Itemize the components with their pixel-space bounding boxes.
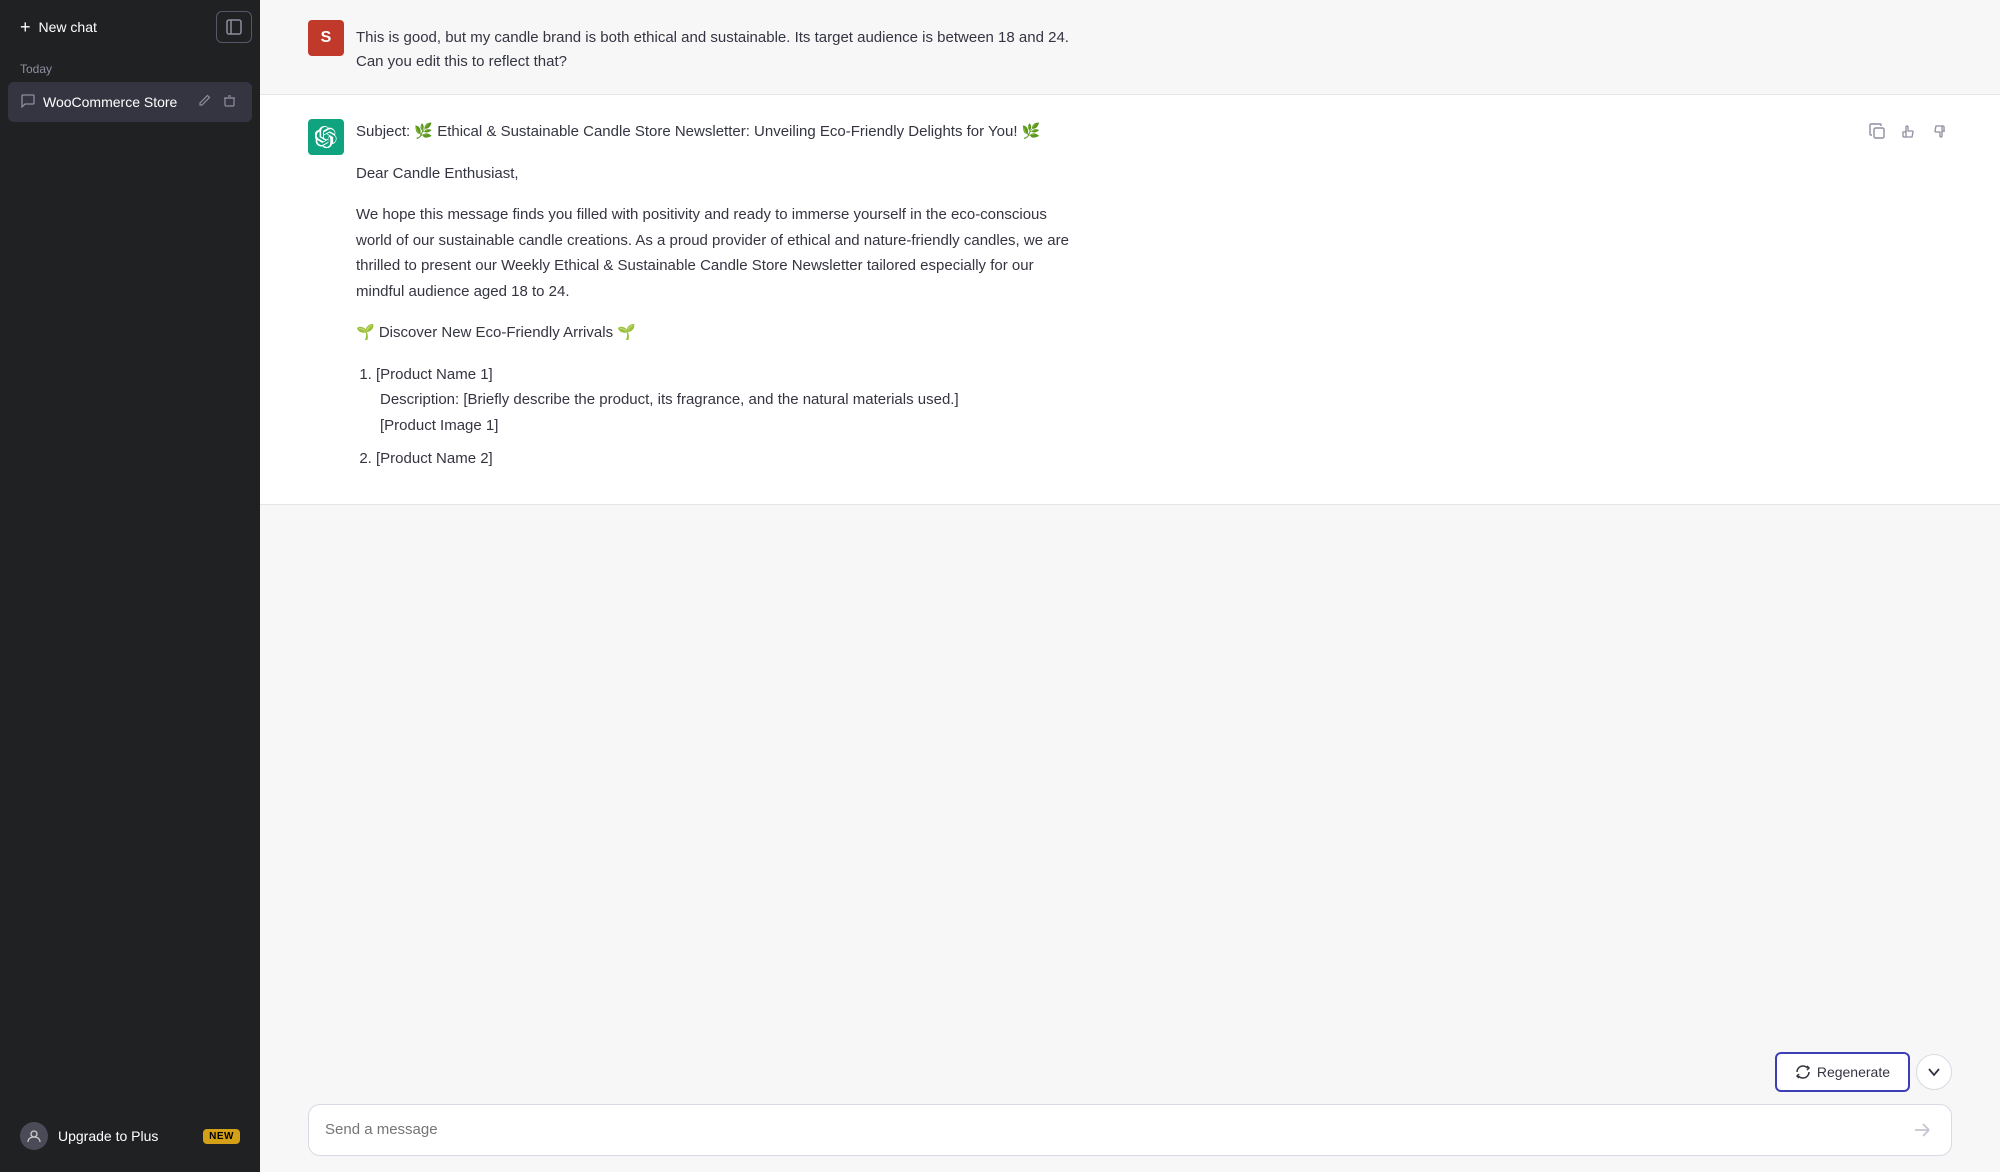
upgrade-button[interactable]: Upgrade to Plus NEW (8, 1112, 252, 1160)
user-avatar-icon: S (308, 20, 344, 56)
message-input-wrap (308, 1104, 1952, 1156)
upgrade-label: Upgrade to Plus (58, 1128, 158, 1144)
ai-message-content: Subject: 🌿 Ethical & Sustainable Candle … (356, 119, 1076, 480)
sidebar-top: + New chat (8, 8, 252, 46)
product-item-1: [Product Name 1] Description: [Briefly d… (376, 362, 1076, 439)
plus-icon: + (20, 18, 31, 36)
ai-message: Subject: 🌿 Ethical & Sustainable Candle … (260, 94, 2000, 505)
regenerate-icon (1795, 1064, 1811, 1080)
user-message-text: This is good, but my candle brand is bot… (356, 20, 1076, 74)
user-message: S This is good, but my candle brand is b… (260, 0, 2000, 94)
delete-chat-button[interactable] (219, 92, 240, 112)
thumbs-down-icon (1931, 123, 1948, 140)
ai-message-actions (1865, 119, 1952, 144)
sidebar-toggle-button[interactable] (216, 11, 252, 43)
bottom-bar: Regenerate (260, 1092, 2000, 1172)
user-icon (26, 1128, 42, 1144)
send-button[interactable] (1909, 1117, 1935, 1143)
ai-avatar-icon (308, 119, 344, 155)
new-chat-button[interactable]: + New chat (8, 8, 208, 46)
chat-bubble-icon (20, 93, 35, 108)
chevron-down-icon (1926, 1064, 1942, 1080)
sidebar: + New chat Today WooCommerce Store (0, 0, 260, 1172)
layout-icon (226, 19, 242, 35)
regenerate-label: Regenerate (1817, 1064, 1890, 1080)
copy-icon (1869, 123, 1886, 140)
edit-chat-button[interactable] (194, 92, 215, 112)
thumbs-up-button[interactable] (1896, 119, 1921, 144)
product-name-2: [Product Name 2] (376, 450, 493, 467)
send-icon (1913, 1121, 1931, 1139)
ai-greeting: Dear Candle Enthusiast, (356, 161, 1076, 187)
scroll-to-bottom-button[interactable] (1916, 1054, 1952, 1090)
user-avatar (20, 1122, 48, 1150)
chat-item-label: WooCommerce Store (43, 94, 186, 110)
ai-body-paragraph: We hope this message finds you filled wi… (356, 202, 1076, 304)
trash-icon (223, 94, 236, 107)
product-image-1: [Product Image 1] (376, 413, 1076, 439)
new-chat-label: New chat (39, 19, 97, 35)
pencil-icon (198, 94, 211, 107)
new-badge: NEW (203, 1129, 240, 1144)
today-section-label: Today (8, 58, 252, 82)
message-input[interactable] (325, 1119, 1901, 1142)
product-desc-1: Description: [Briefly describe the produ… (376, 387, 1076, 413)
chat-icon (20, 93, 35, 112)
copy-button[interactable] (1865, 119, 1890, 144)
openai-logo (315, 126, 337, 148)
sidebar-bottom: Upgrade to Plus NEW (8, 1104, 252, 1164)
chat-item-woocommerce[interactable]: WooCommerce Store (8, 82, 252, 122)
thumbs-down-button[interactable] (1927, 119, 1952, 144)
chat-messages: S This is good, but my candle brand is b… (260, 0, 2000, 1092)
ai-subject-line: Subject: 🌿 Ethical & Sustainable Candle … (356, 119, 1076, 145)
ai-product-list: [Product Name 1] Description: [Briefly d… (356, 362, 1076, 472)
ai-section-header: 🌱 Discover New Eco-Friendly Arrivals 🌱 (356, 320, 1076, 346)
regenerate-button[interactable]: Regenerate (1775, 1052, 1910, 1092)
chat-item-actions (194, 92, 240, 112)
product-item-2: [Product Name 2] (376, 446, 1076, 472)
thumbs-up-icon (1900, 123, 1917, 140)
main-content: S This is good, but my candle brand is b… (260, 0, 2000, 1172)
product-name-1: [Product Name 1] (376, 366, 493, 383)
